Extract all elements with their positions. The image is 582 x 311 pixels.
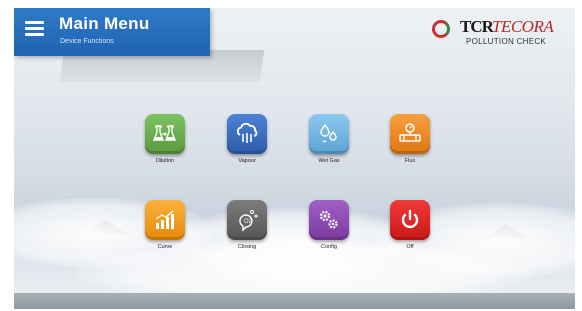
droplets-icon (320, 123, 337, 143)
vapour-button[interactable] (227, 114, 267, 154)
tcr-logo: TCR (460, 17, 494, 36)
curve-label: Curve (157, 244, 173, 250)
tecora-logo: TECORA (492, 17, 554, 36)
brand-tagline: POLLUTION CHECK (466, 37, 547, 46)
config-label: Config (321, 244, 337, 250)
cloud-icon (236, 122, 258, 143)
hamburger-menu-icon[interactable] (25, 21, 44, 36)
flux-label: Flux (404, 158, 416, 164)
curve-button[interactable] (145, 200, 185, 240)
bottom-bar (14, 293, 575, 309)
wet-gas-label: Wet Gas (318, 158, 340, 164)
flux-button[interactable] (390, 114, 430, 154)
power-icon (401, 209, 419, 229)
flask-icon (153, 125, 177, 141)
wet-gas-button[interactable] (309, 114, 349, 154)
dilution-label: Dilution (155, 158, 175, 164)
bar-chart-icon (155, 210, 174, 229)
closing-label: Closing (237, 244, 257, 250)
dilution-button[interactable] (145, 114, 185, 154)
flow-gauge-icon (399, 123, 421, 142)
oxygen-icon: O2 (239, 210, 258, 232)
made-in-italy-logo (432, 18, 452, 44)
page-title: Main Menu (59, 14, 150, 33)
vapour-label: Vapour (238, 158, 256, 164)
config-button[interactable] (309, 200, 349, 240)
off-label: Off (406, 244, 414, 250)
off-button[interactable] (390, 200, 430, 240)
gears-icon (319, 210, 338, 229)
page-subtitle: Device Functions (60, 38, 114, 45)
closing-button[interactable]: O2 (227, 200, 267, 240)
header-banner: Main Menu Device Functions (14, 8, 210, 56)
svg-text:O2: O2 (244, 219, 253, 225)
device-screen: Main Menu Device Functions TCR TECORA PO… (14, 8, 575, 309)
